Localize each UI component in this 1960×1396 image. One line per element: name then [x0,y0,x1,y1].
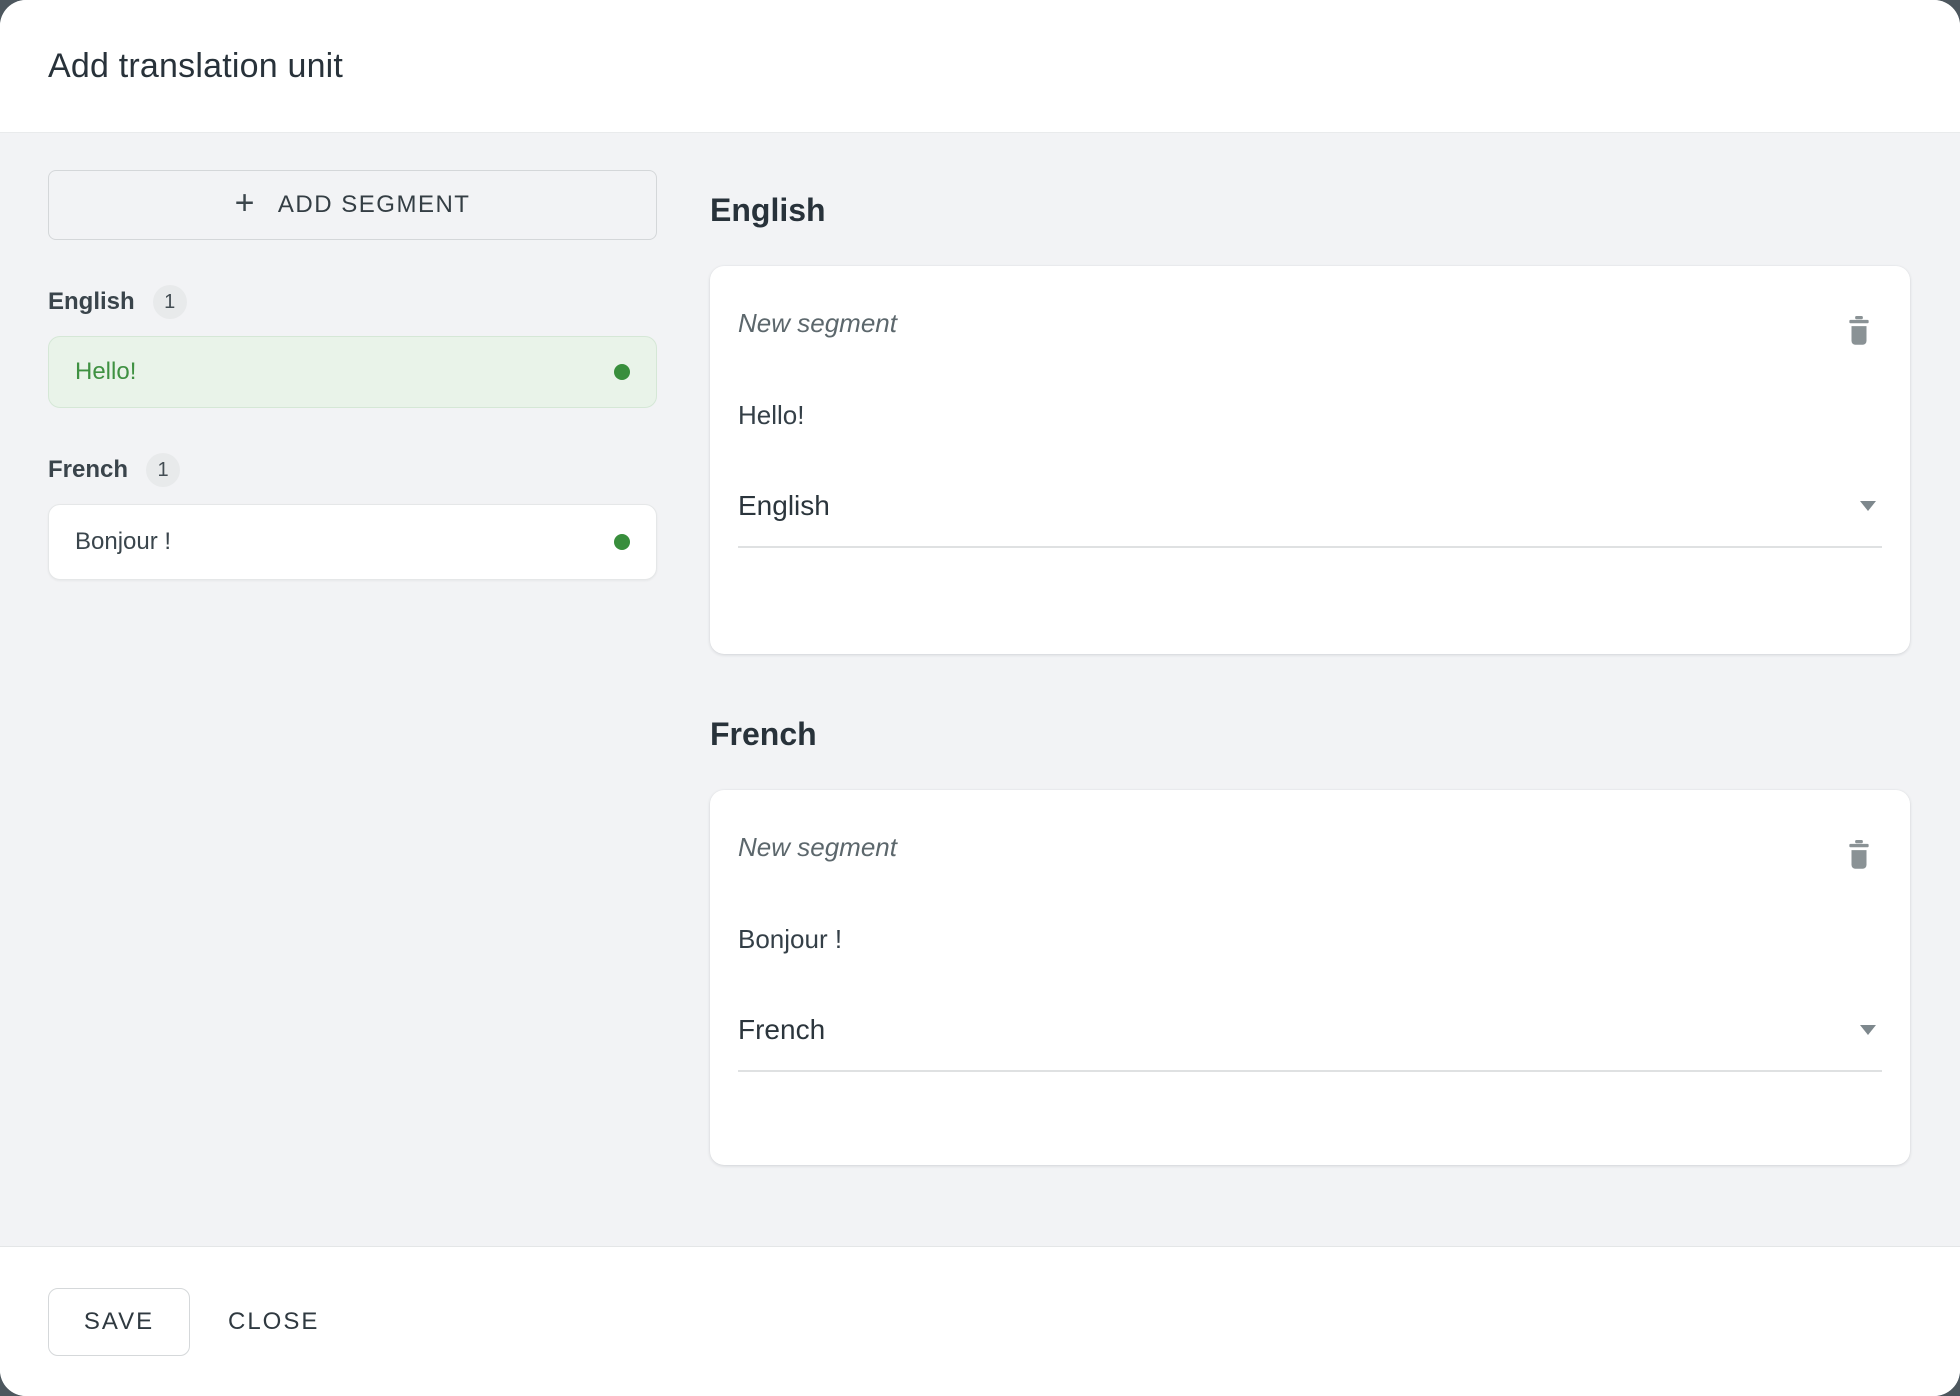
dialog-footer: SAVE CLOSE [0,1246,1960,1396]
language-group-header-french: French 1 [48,452,657,488]
chevron-down-icon [1860,1025,1876,1035]
add-segment-button[interactable]: + ADD SEGMENT [48,170,657,240]
segment-editor-card-top: New segment [738,306,1882,346]
segment-list-item-text: Hello! [75,358,136,386]
language-select-french[interactable]: French [738,1014,1882,1072]
segment-editor-card-french: New segment Bonjour ! French [710,790,1910,1165]
segment-editor-card-top: New segment [738,830,1882,870]
language-select-english[interactable]: English [738,490,1882,548]
dialog-header: Add translation unit [0,0,1960,133]
segment-count-badge: 1 [153,285,187,319]
language-select-value: French [738,1014,825,1046]
segment-editor-card-english: New segment Hello! English [710,266,1910,654]
segments-panel: + ADD SEGMENT English 1 Hello! French 1 … [48,170,657,1246]
editor-heading-french: French [710,712,1910,756]
segment-list-item-french[interactable]: Bonjour ! [48,504,657,580]
delete-segment-button[interactable] [1846,840,1872,870]
segment-count-badge: 1 [146,453,180,487]
dialog-title: Add translation unit [48,47,343,86]
save-button[interactable]: SAVE [48,1288,190,1356]
language-label: English [48,288,135,316]
segment-list-item-english[interactable]: Hello! [48,336,657,408]
add-translation-unit-dialog: Add translation unit + ADD SEGMENT Engli… [0,0,1960,1396]
segment-status-dot-icon [614,534,630,550]
trash-icon [1846,840,1872,870]
editor-heading-english: English [710,188,1910,232]
segment-text-input[interactable]: Hello! [738,398,1882,432]
dialog-body: + ADD SEGMENT English 1 Hello! French 1 … [0,133,1960,1246]
new-segment-label: New segment [738,306,897,340]
editors-panel: English New segment Hello! English [710,170,1910,1246]
language-label: French [48,456,128,484]
segment-text-input[interactable]: Bonjour ! [738,922,1882,956]
add-segment-label: ADD SEGMENT [278,191,471,219]
language-select-value: English [738,490,830,522]
segment-status-dot-icon [614,364,630,380]
plus-icon: + [235,186,256,220]
trash-icon [1846,316,1872,346]
segment-list-item-text: Bonjour ! [75,528,171,556]
language-group-header-english: English 1 [48,284,657,320]
new-segment-label: New segment [738,830,897,864]
close-button[interactable]: CLOSE [222,1308,325,1336]
delete-segment-button[interactable] [1846,316,1872,346]
chevron-down-icon [1860,501,1876,511]
